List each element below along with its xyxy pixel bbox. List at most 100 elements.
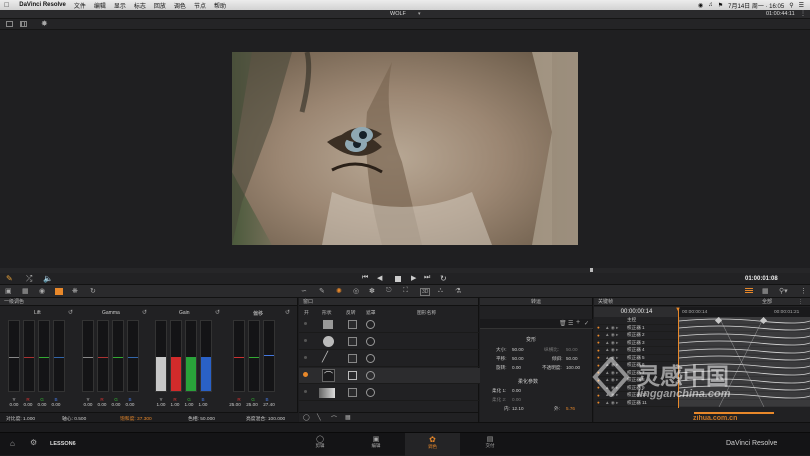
pivot-value[interactable]: 轴心: 0.500	[62, 415, 86, 422]
pick-color-icon[interactable]: ✎	[6, 274, 13, 283]
blur-icon[interactable]: ✽	[369, 287, 375, 295]
refresh-icon[interactable]: ↻	[90, 287, 96, 295]
mask-toggle[interactable]	[366, 337, 375, 346]
lift-bar-y[interactable]	[8, 320, 20, 392]
gamma-b-value[interactable]: 0.00	[124, 402, 136, 407]
window-tool-icon[interactable]: ✺	[336, 287, 342, 295]
offset-bar-g[interactable]	[248, 320, 260, 392]
menu-icon[interactable]: ☰	[568, 320, 573, 327]
sizing-icon[interactable]: ⛶	[403, 287, 408, 295]
lift-r-value[interactable]: 0.00	[22, 402, 34, 407]
window-row-circle[interactable]	[299, 334, 484, 350]
invert-toggle[interactable]	[348, 388, 357, 397]
offset-bars[interactable]	[233, 320, 275, 392]
aspect-value[interactable]: 50.00	[566, 347, 578, 352]
curve-window-icon[interactable]: ⌒	[322, 369, 335, 382]
lift-bar-r[interactable]	[23, 320, 35, 392]
gain-bar-y[interactable]	[155, 320, 167, 392]
play-button[interactable]: ▶	[411, 274, 416, 282]
menu-file[interactable]: 文件	[70, 1, 90, 10]
mask-toggle[interactable]	[366, 371, 375, 380]
soft1-value[interactable]: 0.00	[512, 388, 521, 393]
gamma-bar-y[interactable]	[82, 320, 94, 392]
offset-r-value[interactable]: 25.00	[227, 402, 243, 407]
invert-toggle[interactable]	[348, 337, 357, 346]
more-options-icon[interactable]: ⋮	[800, 287, 807, 295]
tilt-value[interactable]: 50.00	[566, 356, 578, 361]
window-row-linear[interactable]	[299, 317, 484, 333]
hue-value[interactable]: 色相: 50.000	[188, 415, 215, 422]
inside-value[interactable]: 12.10	[512, 406, 524, 411]
apple-icon[interactable]: 	[0, 2, 13, 9]
audio-tool-icon[interactable]: ⚗	[455, 287, 461, 295]
gain-r-value[interactable]: 1.00	[169, 402, 181, 407]
3d-icon[interactable]: 3D	[420, 288, 431, 296]
invert-toggle[interactable]	[348, 371, 357, 380]
motion-effects-icon[interactable]: ❋	[72, 287, 78, 295]
split-screen-icon[interactable]	[20, 21, 27, 27]
curves-icon[interactable]: ∽	[301, 287, 307, 295]
gain-b-value[interactable]: 1.00	[197, 402, 209, 407]
qualifier-icon[interactable]: ✎	[319, 287, 325, 295]
delete-icon[interactable]: 🗑	[559, 320, 567, 327]
confirm-icon[interactable]: ✓	[584, 320, 589, 327]
playhead[interactable]	[590, 268, 593, 272]
size-value[interactable]: 50.00	[512, 347, 524, 352]
track-row[interactable]: ● ▲ ◉ ▸ 校正器 2	[597, 332, 679, 340]
lift-bar-g[interactable]	[38, 320, 50, 392]
gain-bars[interactable]	[155, 320, 212, 392]
scopes-icon[interactable]: ⛬	[438, 287, 443, 295]
gamma-bar-b[interactable]	[127, 320, 139, 392]
page-deliver[interactable]: ▤ 交付	[476, 435, 504, 449]
keyframes-menu-icon[interactable]: ⋮	[798, 298, 803, 306]
gain-g-value[interactable]: 1.00	[183, 402, 195, 407]
keyframe-ruler[interactable]: 00:00:00:14 00:00:01:21	[679, 307, 810, 317]
keyframes-icon[interactable]	[745, 288, 753, 294]
menu-nodes[interactable]: 节点	[190, 1, 210, 10]
contrast-value[interactable]: 对比度: 1.000	[6, 415, 35, 422]
track-master[interactable]: 主控	[597, 317, 679, 325]
mask-toggle[interactable]	[366, 354, 375, 363]
menu-edit[interactable]: 编辑	[90, 1, 110, 10]
window-row-polygon[interactable]: ╱	[299, 351, 484, 367]
search-icon[interactable]: ⚲	[789, 2, 793, 9]
gamma-bar-g[interactable]	[112, 320, 124, 392]
circle-window-icon[interactable]	[323, 336, 334, 347]
gamma-reset-icon[interactable]: ↺	[142, 309, 147, 316]
offset-bar-r[interactable]	[233, 320, 245, 392]
page-media[interactable]: ◯ 剪辑	[306, 435, 334, 449]
keyframe-playhead-handle[interactable]: ▼	[675, 307, 681, 313]
outside-value[interactable]: 5.76	[566, 406, 575, 411]
skip-start-button[interactable]: ⏮	[362, 274, 368, 282]
play-reverse-button[interactable]: ◀	[377, 274, 382, 282]
loop-button[interactable]: ↻	[440, 274, 447, 283]
settings-icon[interactable]: ⚙	[30, 438, 37, 447]
lift-y-value[interactable]: 0.00	[8, 402, 20, 407]
menu-color[interactable]: 调色	[170, 1, 190, 10]
camera-raw-icon[interactable]: ▣	[5, 287, 12, 295]
lift-bar-b[interactable]	[53, 320, 65, 392]
menu-mark[interactable]: 标志	[130, 1, 150, 10]
mask-toggle[interactable]	[366, 388, 375, 397]
window-row-curve[interactable]: ⌒	[299, 368, 484, 384]
highlight-icon[interactable]: ✸	[41, 19, 48, 28]
audio-icon[interactable]: 🔈	[43, 274, 53, 283]
menu-clock[interactable]: 7月14日 周一 · 16:05	[728, 1, 784, 10]
gain-bar-b[interactable]	[200, 320, 212, 392]
zoom-icon[interactable]: ⚲▾	[779, 287, 788, 295]
invert-toggle[interactable]	[348, 320, 357, 329]
lift-g-value[interactable]: 0.00	[36, 402, 48, 407]
page-edit[interactable]: ▣ 编辑	[362, 435, 390, 449]
skip-end-button[interactable]: ⏭	[424, 274, 430, 282]
menu-app-name[interactable]: DaVinci Resolve	[13, 2, 70, 8]
window-row-gradient[interactable]	[299, 385, 484, 401]
image-wipe-icon[interactable]	[6, 21, 13, 27]
gradient-window-icon[interactable]	[319, 388, 335, 398]
rgb-mixer-icon[interactable]	[55, 288, 63, 295]
gain-y-value[interactable]: 1.00	[155, 402, 167, 407]
shuffle-icon[interactable]: ⤮	[26, 274, 32, 284]
color-wheels-icon[interactable]: ◉	[39, 287, 45, 295]
lum-mix-value[interactable]: 亮度混合: 100.000	[246, 415, 285, 422]
lift-b-value[interactable]: 0.00	[50, 402, 62, 407]
grid-icon[interactable]: ▦	[762, 287, 769, 295]
